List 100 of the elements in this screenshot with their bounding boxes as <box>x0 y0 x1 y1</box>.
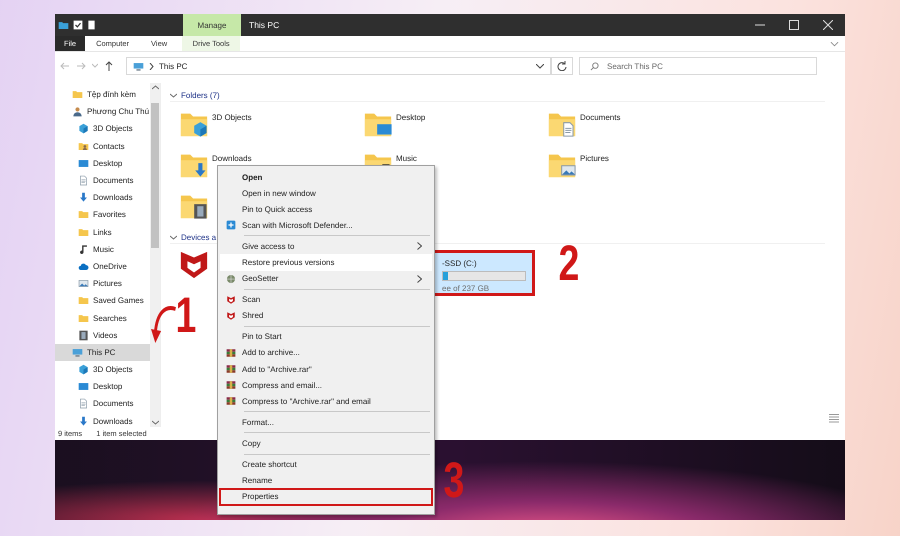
folder-icon <box>78 312 89 324</box>
search-input[interactable]: Search This PC <box>607 59 787 73</box>
section-header[interactable]: Devices a <box>181 232 216 242</box>
film-icon <box>78 330 89 341</box>
cube-icon <box>78 364 89 376</box>
menu-item[interactable]: Copy <box>220 435 432 452</box>
down-arrow-icon <box>78 192 89 204</box>
document-icon[interactable] <box>87 20 96 30</box>
archive-icon <box>226 396 236 406</box>
folder-label[interactable]: Downloads <box>212 154 252 163</box>
close-icon <box>823 20 833 30</box>
step-number: 2 <box>558 238 580 288</box>
sidebar-item[interactable]: Documents <box>55 395 150 413</box>
sidebar-item[interactable]: Contacts <box>55 138 150 155</box>
computer-icon <box>72 346 83 358</box>
monitor-icon <box>78 158 89 169</box>
free-space-text: ee of 237 GB <box>442 284 490 293</box>
shield-icon <box>226 220 236 230</box>
menu-item[interactable]: Add to archive... <box>220 344 432 362</box>
folder-label[interactable]: Desktop <box>396 113 426 122</box>
checkmark-icon[interactable] <box>73 20 83 30</box>
archive-icon <box>226 348 236 358</box>
sidebar-item[interactable]: Downloads <box>55 412 150 430</box>
refresh-button[interactable] <box>551 57 573 75</box>
cloud-icon <box>78 260 89 272</box>
person-icon <box>72 106 83 118</box>
sidebar-item[interactable]: 3D Objects <box>55 120 150 138</box>
music-note-icon <box>78 244 89 255</box>
breadcrumb-link[interactable]: This PC <box>159 62 188 70</box>
menu-item[interactable]: Shred <box>220 308 432 324</box>
menu-item[interactable]: Rename <box>220 472 432 489</box>
menu-item[interactable]: Open <box>220 169 432 186</box>
picture-icon <box>78 278 89 290</box>
folder-icon <box>78 295 89 306</box>
sidebar-item[interactable]: 3D Objects <box>55 361 150 378</box>
menu-item[interactable]: Restore previous versions <box>220 254 432 271</box>
shield-icon <box>226 310 236 321</box>
menu-item[interactable]: Compress to "Archive.rar" and email <box>220 393 432 410</box>
folder-label[interactable]: Documents <box>580 113 620 122</box>
menu-item[interactable]: Open in new window <box>220 185 432 202</box>
menu-item[interactable]: Create shortcut <box>220 456 432 473</box>
sidebar-item[interactable]: Desktop <box>55 154 150 172</box>
chevron-right-icon <box>149 62 154 70</box>
drive-name: -SSD (C:) <box>442 259 478 268</box>
cube-icon <box>78 123 89 134</box>
contextual-tab-header: Manage <box>183 14 241 36</box>
document-icon <box>78 175 89 186</box>
sidebar-item[interactable]: Saved Games <box>55 292 150 310</box>
menu-item[interactable]: Format... <box>220 414 432 430</box>
sidebar-item[interactable]: Favorites <box>55 206 150 224</box>
folder-label[interactable]: 3D Objects <box>212 113 252 122</box>
maximize-icon <box>789 20 799 30</box>
folder-label[interactable]: Music <box>396 154 417 163</box>
menu-item[interactable]: Pin to Start <box>220 328 432 345</box>
folder-label[interactable]: Pictures <box>580 154 609 163</box>
sidebar-item[interactable]: Searches <box>55 309 150 327</box>
chevron-down-icon[interactable] <box>170 234 177 240</box>
scrollbar-thumb[interactable] <box>151 102 159 248</box>
scrollbar[interactable] <box>150 83 160 427</box>
chevron-down-icon[interactable] <box>830 40 839 46</box>
scroll-up-icon[interactable] <box>152 85 158 90</box>
sidebar-item[interactable]: Desktop <box>55 378 150 396</box>
section-header[interactable]: Folders (7) <box>181 90 220 100</box>
dropdown-icon[interactable] <box>536 64 544 68</box>
search-box[interactable]: Search This PC <box>579 57 817 75</box>
search-icon[interactable] <box>590 62 599 70</box>
down-arrow-icon <box>78 416 89 427</box>
sidebar-item[interactable]: Pictures <box>55 275 150 292</box>
window-title: This PC <box>249 20 280 30</box>
computer-icon <box>133 60 144 72</box>
menu-item[interactable]: Add to "Archive.rar" <box>220 361 432 378</box>
sidebar-item[interactable]: OneDrive <box>55 258 150 276</box>
curved-arrow <box>151 303 177 345</box>
folder-icon[interactable] <box>58 20 69 30</box>
document-icon <box>78 398 89 410</box>
sidebar-item[interactable]: This PC <box>55 344 150 361</box>
sidebar-item[interactable]: Links <box>55 224 150 241</box>
sidebar-item[interactable]: Tệp đính kèm <box>55 86 150 104</box>
archive-icon <box>226 364 236 374</box>
sidebar-item[interactable]: Documents <box>55 172 150 190</box>
menu-item[interactable]: Scan with Microsoft Defender... <box>220 217 432 234</box>
chevron-down-icon[interactable] <box>170 92 177 98</box>
globe-icon <box>226 274 236 284</box>
sidebar-item[interactable]: Music <box>55 240 150 258</box>
details-view-icon[interactable] <box>829 413 839 423</box>
step-number: 1 <box>175 290 196 340</box>
sidebar-item[interactable]: Downloads <box>55 189 150 206</box>
folder-icon <box>72 89 83 100</box>
menu-item[interactable]: Pin to Quick access <box>220 201 432 218</box>
menu-item[interactable]: Properties <box>220 488 432 505</box>
menu-item[interactable]: Compress and email... <box>220 377 432 394</box>
contacts-icon <box>78 140 89 152</box>
step-number: 3 <box>443 455 464 505</box>
sidebar-item[interactable]: Videos <box>55 326 150 344</box>
up-arrow-icon[interactable] <box>104 61 114 71</box>
shield-icon <box>226 294 236 305</box>
address-bar[interactable]: This PC <box>126 57 551 75</box>
sidebar-item[interactable]: Phương Chu Thú <box>55 103 150 120</box>
scroll-down-icon[interactable] <box>152 420 158 425</box>
shield-icon[interactable] <box>179 250 209 280</box>
